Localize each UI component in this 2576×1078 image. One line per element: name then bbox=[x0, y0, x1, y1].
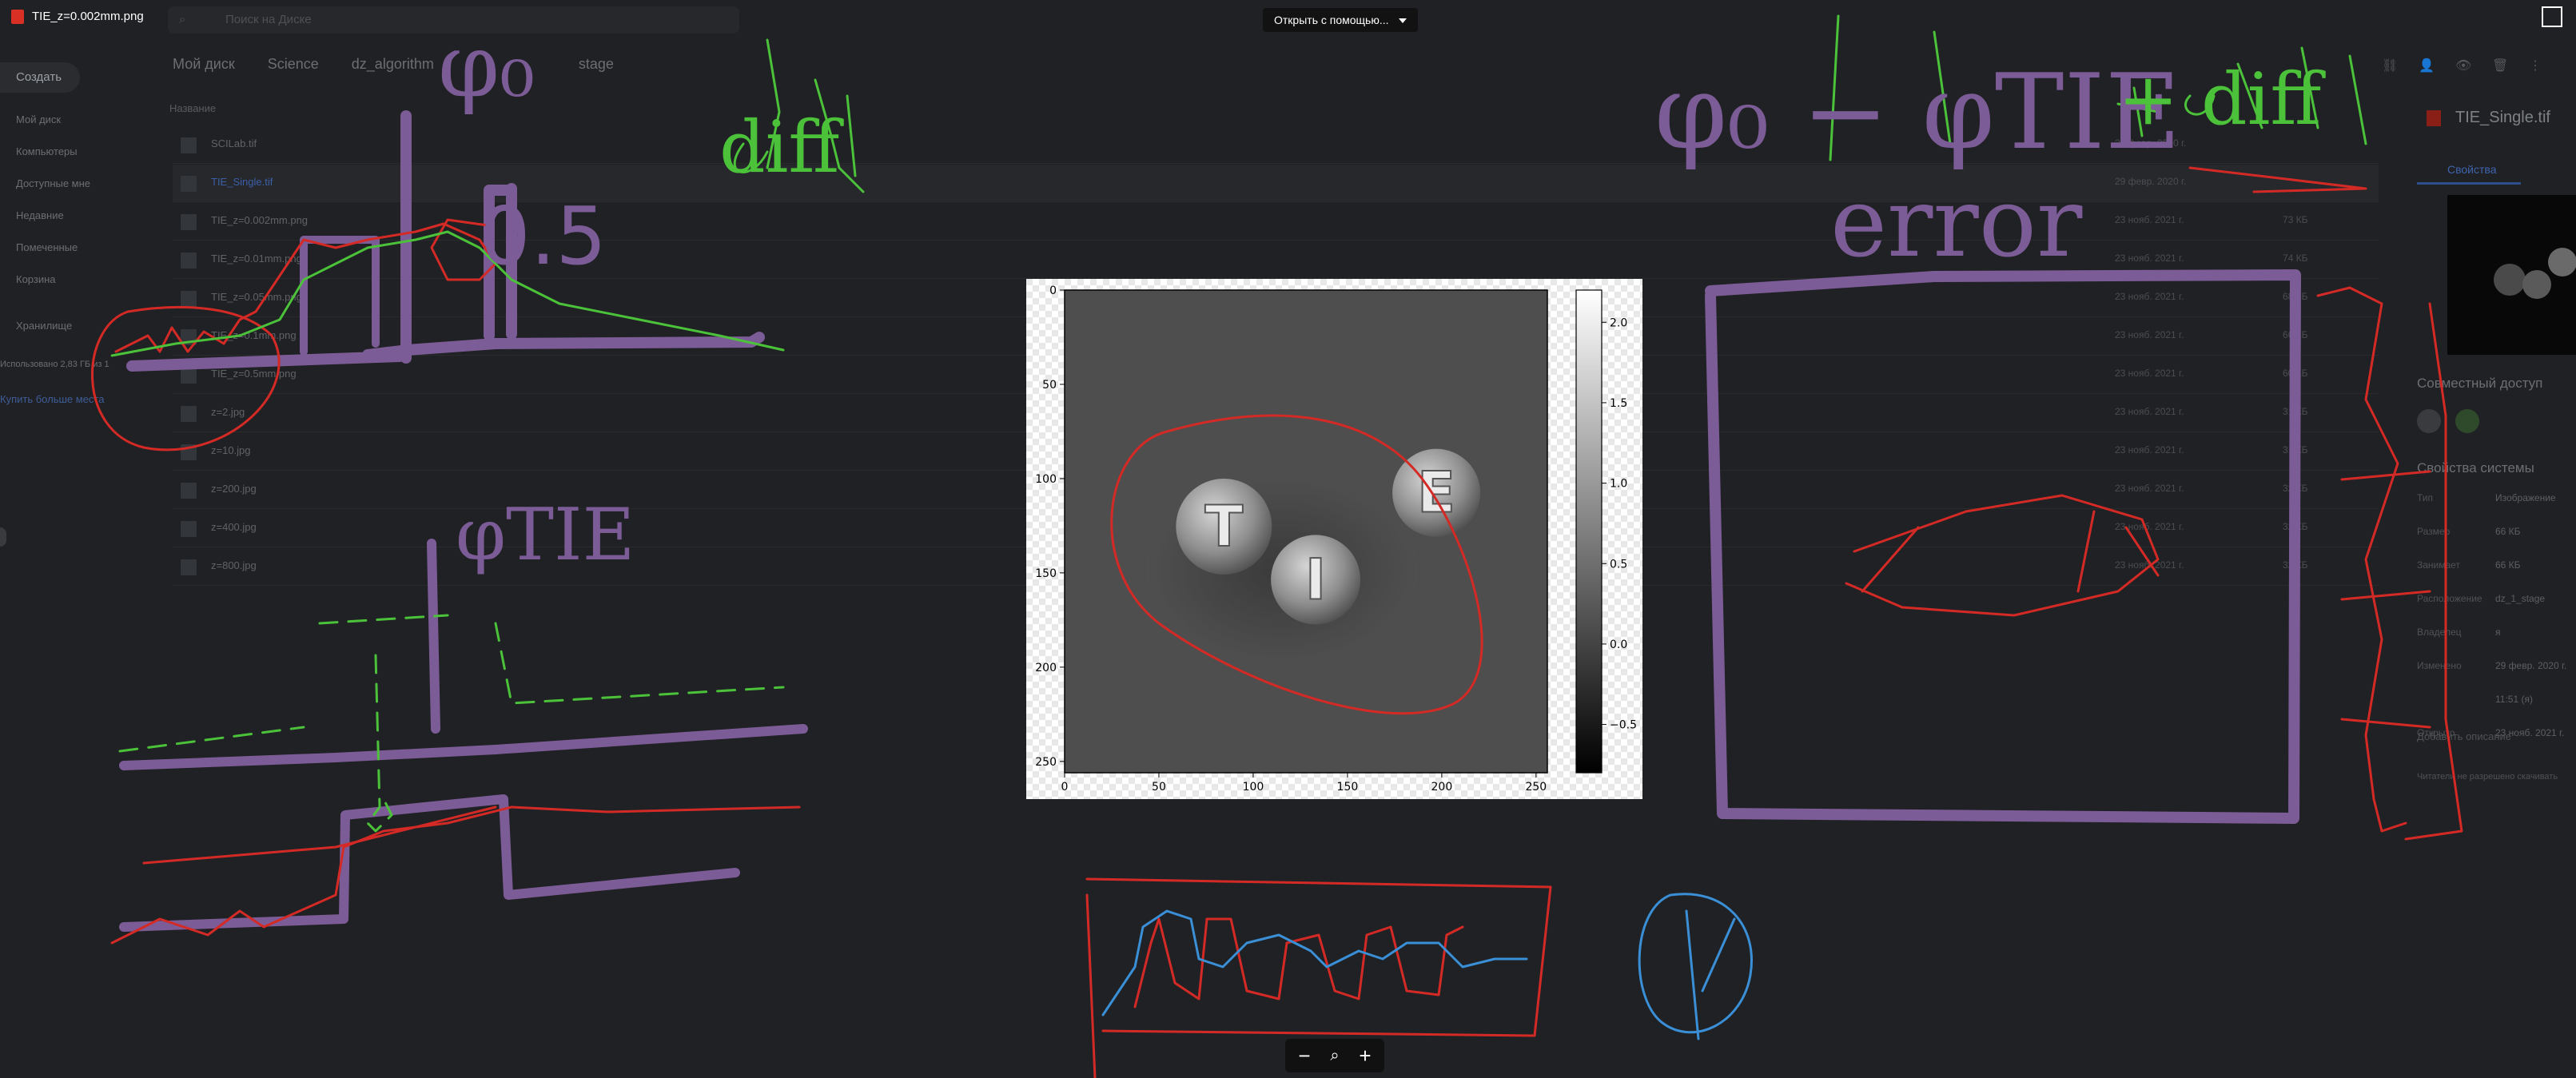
annotation-stroke bbox=[90, 305, 281, 451]
annotation-plus-diff: + diff bbox=[2118, 58, 2326, 141]
annotation-stroke bbox=[1845, 494, 2160, 617]
annotation-stroke bbox=[119, 539, 808, 932]
annotation-layer: φ₀ 0.5 φTIE φ₀ − φTIE error diff + diff bbox=[90, 14, 2463, 1078]
annotation-error: error bbox=[1830, 168, 2083, 279]
annotation-phi0: φ₀ bbox=[438, 14, 535, 117]
annotation-stroke bbox=[126, 110, 765, 372]
annotation-stroke bbox=[300, 236, 380, 356]
magnifier-icon[interactable]: ⌕ bbox=[1322, 1044, 1348, 1068]
zoom-bar: − ⌕ + bbox=[1285, 1039, 1384, 1072]
zoom-in-button[interactable]: + bbox=[1352, 1044, 1378, 1068]
annotation-stroke bbox=[1110, 414, 1483, 715]
annotation-stroke bbox=[1705, 269, 2301, 824]
annotation-phi-tie: φTIE bbox=[456, 493, 635, 577]
annotation-formula: φ₀ − φTIE bbox=[1654, 51, 2181, 173]
annotation-diff: diff bbox=[719, 105, 844, 189]
annotation-stroke bbox=[2188, 166, 2463, 841]
zoom-out-button[interactable]: − bbox=[1292, 1044, 1317, 1068]
annotation-stroke bbox=[118, 614, 785, 833]
annotation-stroke bbox=[1638, 893, 1753, 1040]
annotation-half: 0.5 bbox=[480, 189, 607, 283]
